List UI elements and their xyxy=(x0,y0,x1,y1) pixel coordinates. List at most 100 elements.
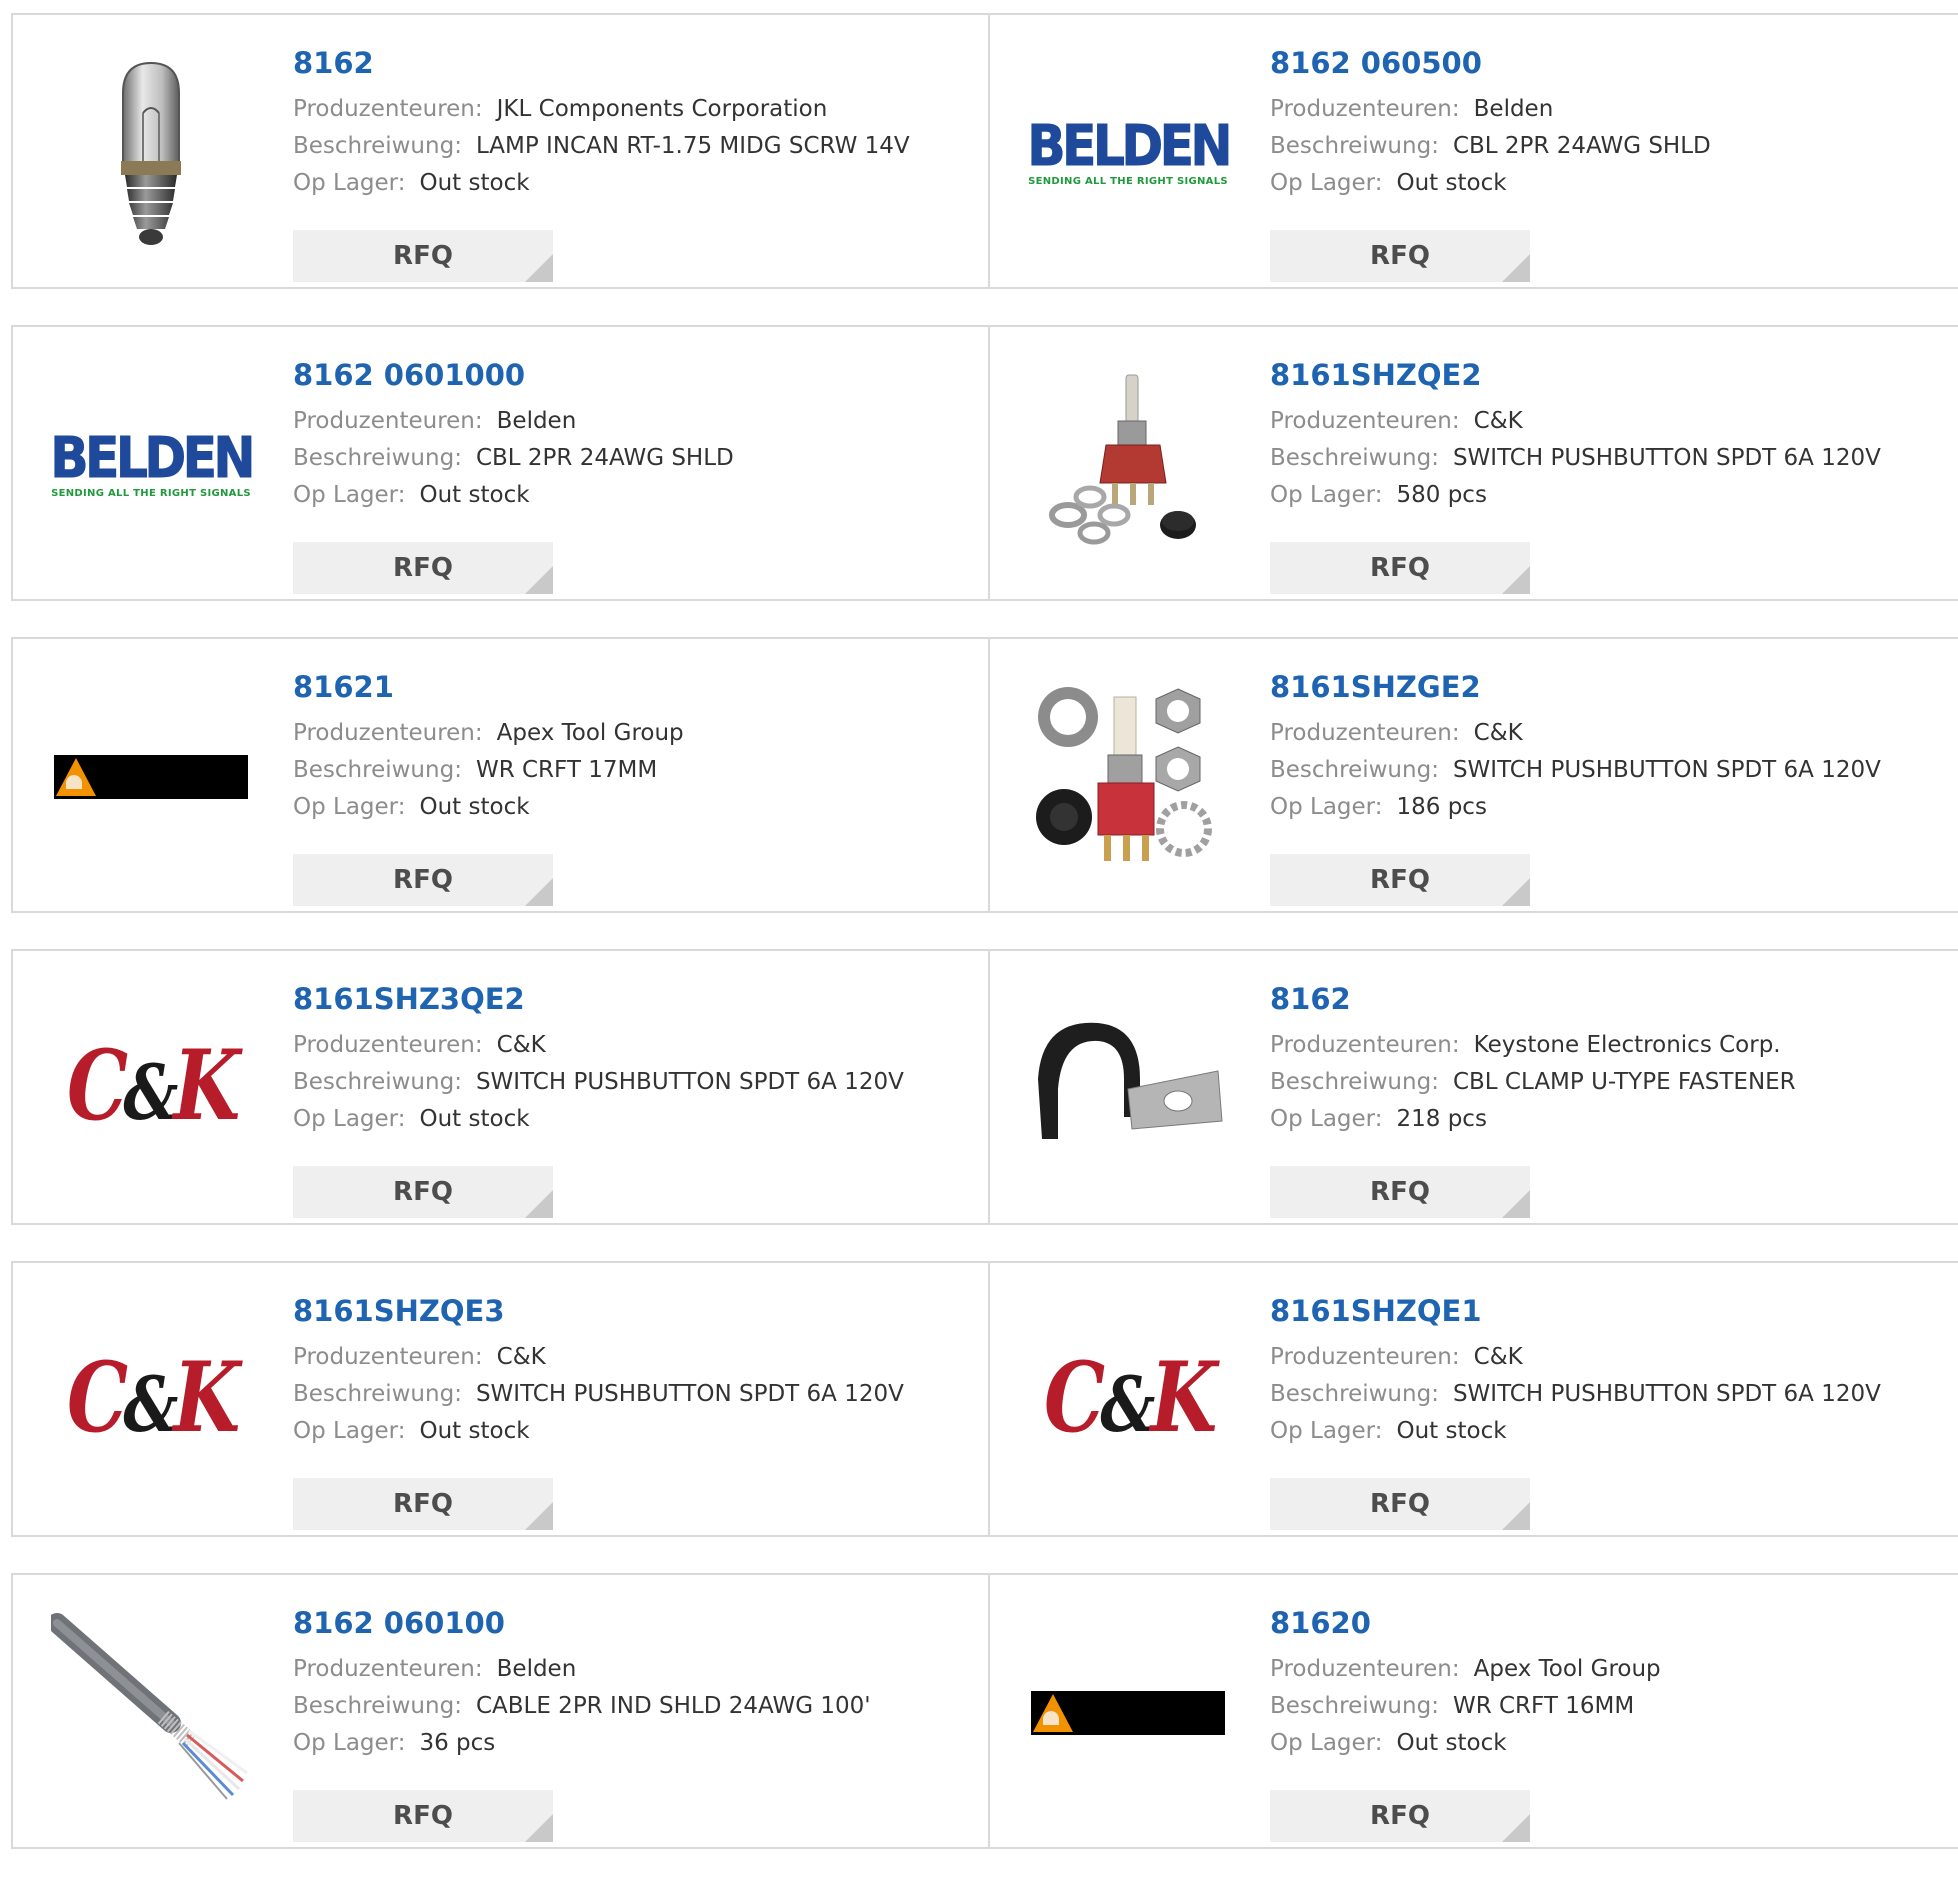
rfq-button[interactable]: RFQ xyxy=(1270,230,1530,282)
product-info: 8161SHZQE3 Produzenteuren: C&K Beschreiwu… xyxy=(293,1293,968,1530)
part-number-link[interactable]: 8161SHZQE2 xyxy=(1270,357,1938,393)
rfq-button[interactable]: RFQ xyxy=(293,230,553,282)
rfq-button[interactable]: RFQ xyxy=(293,1166,553,1218)
stock-line: Op Lager: 218 pcs xyxy=(1270,1101,1938,1138)
product-grid: 8162 Produzenteuren: JKL Components Corpo… xyxy=(11,13,1958,1885)
stock-line: Op Lager: Out stock xyxy=(293,789,968,826)
stock-line: Op Lager: 580 pcs xyxy=(1270,477,1938,514)
product-thumbnail[interactable] xyxy=(1028,989,1228,1189)
part-number-link[interactable]: 8161SHZGE2 xyxy=(1270,669,1938,705)
manufacturer-line: Produzenteuren: Apex Tool Group xyxy=(293,715,968,752)
part-number-link[interactable]: 81620 xyxy=(1270,1605,1938,1641)
ck-logo-amp: & xyxy=(123,1359,178,1449)
product-thumbnail[interactable]: C&K xyxy=(51,1301,251,1501)
description-line: Beschreiwung: SWITCH PUSHBUTTON SPDT 6A 1… xyxy=(1270,752,1938,789)
cable-clamp-image xyxy=(1038,1022,1223,1139)
description-label: Beschreiwung: xyxy=(1270,1381,1439,1407)
stock-value: 186 pcs xyxy=(1396,794,1487,820)
stock-label: Op Lager: xyxy=(293,482,406,508)
stock-line: Op Lager: Out stock xyxy=(293,165,968,202)
product-info: 8162 060100 Produzenteuren: Belden Beschr… xyxy=(293,1605,968,1842)
ck-logo-amp: & xyxy=(1100,1359,1155,1449)
rfq-button[interactable]: RFQ xyxy=(1270,854,1530,906)
part-number-link[interactable]: 8162 xyxy=(293,45,968,81)
product-card: BELDEN SENDING ALL THE RIGHT SIGNALS 816… xyxy=(11,325,990,601)
product-thumbnail[interactable] xyxy=(51,1613,251,1813)
rfq-button[interactable]: RFQ xyxy=(293,542,553,594)
manufacturer-value: Belden xyxy=(496,408,577,434)
manufacturer-label: Produzenteuren: xyxy=(1270,720,1460,746)
description-line: Beschreiwung: SWITCH PUSHBUTTON SPDT 6A 1… xyxy=(293,1376,968,1413)
part-number-link[interactable]: 8162 xyxy=(1270,981,1938,1017)
product-card: 8162 Produzenteuren: Keystone Electronics… xyxy=(990,949,1958,1225)
rfq-button[interactable]: RFQ xyxy=(1270,1478,1530,1530)
part-number-link[interactable]: 81621 xyxy=(293,669,968,705)
product-thumbnail[interactable] xyxy=(1028,677,1228,877)
manufacturer-label: Produzenteuren: xyxy=(1270,1656,1460,1682)
manufacturer-value: Apex Tool Group xyxy=(496,720,684,746)
product-thumbnail[interactable]: BELDEN SENDING ALL THE RIGHT SIGNALS xyxy=(1027,53,1233,253)
product-card: BELDEN SENDING ALL THE RIGHT SIGNALS 816… xyxy=(990,13,1958,289)
description-line: Beschreiwung: SWITCH PUSHBUTTON SPDT 6A 1… xyxy=(293,1064,968,1101)
belden-logo: BELDEN SENDING ALL THE RIGHT SIGNALS xyxy=(39,425,263,499)
stock-label: Op Lager: xyxy=(1270,1730,1383,1756)
rfq-button[interactable]: RFQ xyxy=(293,1790,553,1842)
stock-line: Op Lager: Out stock xyxy=(1270,165,1938,202)
product-thumbnail[interactable]: BELDEN SENDING ALL THE RIGHT SIGNALS xyxy=(50,365,256,565)
rfq-button-label: RFQ xyxy=(393,865,453,895)
belden-logo-word: BELDEN xyxy=(50,425,256,491)
product-thumbnail[interactable] xyxy=(51,53,251,253)
manufacturer-label: Produzenteuren: xyxy=(293,96,483,122)
rfq-corner-decoration xyxy=(1502,1502,1530,1530)
description-line: Beschreiwung: CBL 2PR 24AWG SHLD xyxy=(1270,128,1938,165)
part-number-link[interactable]: 8161SHZQE3 xyxy=(293,1293,968,1329)
description-label: Beschreiwung: xyxy=(1270,1693,1439,1719)
rfq-button-label: RFQ xyxy=(393,1489,453,1519)
product-info: 8161SHZQE2 Produzenteuren: C&K Beschreiwu… xyxy=(1270,357,1938,594)
product-thumbnail[interactable] xyxy=(1028,365,1228,565)
part-number-link[interactable]: 8162 060500 xyxy=(1270,45,1938,81)
stock-line: Op Lager: 186 pcs xyxy=(1270,789,1938,826)
manufacturer-line: Produzenteuren: Belden xyxy=(293,1651,968,1688)
description-line: Beschreiwung: SWITCH PUSHBUTTON SPDT 6A 1… xyxy=(1270,1376,1938,1413)
description-line: Beschreiwung: CABLE 2PR IND SHLD 24AWG 10… xyxy=(293,1688,968,1725)
description-value: SWITCH PUSHBUTTON SPDT 6A 120V xyxy=(1452,757,1881,783)
rfq-button-label: RFQ xyxy=(1370,1489,1430,1519)
part-number-link[interactable]: 8162 0601000 xyxy=(293,357,968,393)
manufacturer-value: Belden xyxy=(496,1656,577,1682)
lamp-bulb-image xyxy=(121,61,181,245)
part-number-link[interactable]: 8161SHZQE1 xyxy=(1270,1293,1938,1329)
description-value: SWITCH PUSHBUTTON SPDT 6A 120V xyxy=(475,1381,904,1407)
apex-logo xyxy=(54,755,248,799)
product-thumbnail[interactable] xyxy=(1028,1613,1228,1813)
product-card: C&K 8161SHZ3QE2 Produzenteuren: C&K Besch… xyxy=(11,949,990,1225)
description-line: Beschreiwung: CBL 2PR 24AWG SHLD xyxy=(293,440,968,477)
shielded-cable-image xyxy=(51,1613,248,1800)
rfq-corner-decoration xyxy=(1502,1190,1530,1218)
rfq-button[interactable]: RFQ xyxy=(1270,1790,1530,1842)
description-value: LAMP INCAN RT-1.75 MIDG SCRW 14V xyxy=(475,133,910,159)
description-value: SWITCH PUSHBUTTON SPDT 6A 120V xyxy=(1452,445,1881,471)
part-number-link[interactable]: 8162 060100 xyxy=(293,1605,968,1641)
product-thumbnail[interactable]: C&K xyxy=(1028,1301,1228,1501)
rfq-button[interactable]: RFQ xyxy=(1270,1166,1530,1218)
part-number-link[interactable]: 8161SHZ3QE2 xyxy=(293,981,968,1017)
description-label: Beschreiwung: xyxy=(293,133,462,159)
stock-value: Out stock xyxy=(1396,1418,1507,1444)
manufacturer-label: Produzenteuren: xyxy=(293,720,483,746)
manufacturer-label: Produzenteuren: xyxy=(1270,1032,1460,1058)
apex-logo xyxy=(1031,1691,1225,1735)
rfq-corner-decoration xyxy=(1502,878,1530,906)
product-thumbnail[interactable]: C&K xyxy=(51,989,251,1189)
manufacturer-line: Produzenteuren: Apex Tool Group xyxy=(1270,1651,1938,1688)
description-value: CABLE 2PR IND SHLD 24AWG 100' xyxy=(475,1693,871,1719)
manufacturer-label: Produzenteuren: xyxy=(1270,96,1460,122)
rfq-button[interactable]: RFQ xyxy=(293,854,553,906)
manufacturer-line: Produzenteuren: Belden xyxy=(1270,91,1938,128)
product-thumbnail[interactable] xyxy=(51,677,251,877)
rfq-button[interactable]: RFQ xyxy=(1270,542,1530,594)
description-line: Beschreiwung: WR CRFT 16MM xyxy=(1270,1688,1938,1725)
description-label: Beschreiwung: xyxy=(293,1381,462,1407)
rfq-button[interactable]: RFQ xyxy=(293,1478,553,1530)
description-label: Beschreiwung: xyxy=(1270,1069,1439,1095)
